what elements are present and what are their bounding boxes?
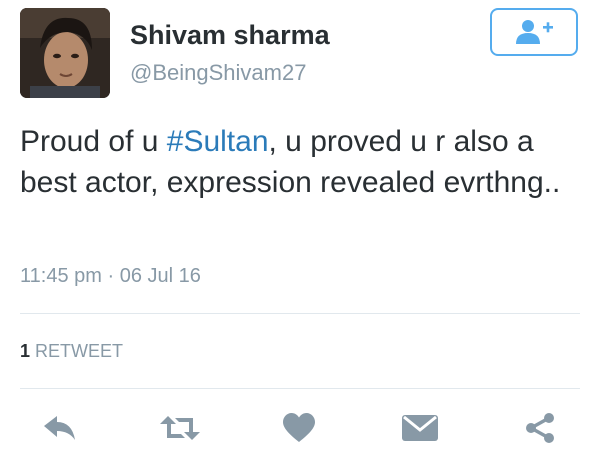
like-button[interactable] <box>276 408 322 448</box>
tweet-text-start: Proud of u <box>20 125 167 158</box>
like-heart-icon <box>283 413 315 442</box>
retweet-button[interactable] <box>157 408 203 448</box>
tweet-timestamp: 11:45 pm · 06 Jul 16 <box>20 265 201 288</box>
direct-message-icon <box>402 415 438 441</box>
share-icon <box>526 413 554 443</box>
retweet-stats[interactable]: 1 RETWEET <box>20 341 123 362</box>
follow-user-plus-icon <box>516 20 553 44</box>
share-button[interactable] <box>517 408 563 448</box>
follow-button[interactable] <box>490 8 578 56</box>
reply-icon <box>44 416 75 440</box>
retweet-icon <box>160 416 200 440</box>
reply-button[interactable] <box>37 408 83 448</box>
divider <box>20 313 580 314</box>
retweet-label: RETWEET <box>35 341 124 361</box>
timestamp-separator: · <box>107 265 115 287</box>
tweet-date: 06 Jul 16 <box>119 265 201 287</box>
divider <box>20 388 580 389</box>
retweet-count: 1 <box>20 341 31 361</box>
display-name[interactable]: Shivam sharma <box>130 20 330 51</box>
tweet-time: 11:45 pm <box>20 265 102 287</box>
hashtag-link[interactable]: #Sultan <box>167 125 269 158</box>
direct-message-button[interactable] <box>397 408 443 448</box>
profile-photo <box>20 8 110 98</box>
user-handle[interactable]: @BeingShivam27 <box>130 60 306 86</box>
tweet-text: Proud of u #Sultan, u proved u r also a … <box>20 121 590 203</box>
avatar[interactable] <box>20 8 110 98</box>
